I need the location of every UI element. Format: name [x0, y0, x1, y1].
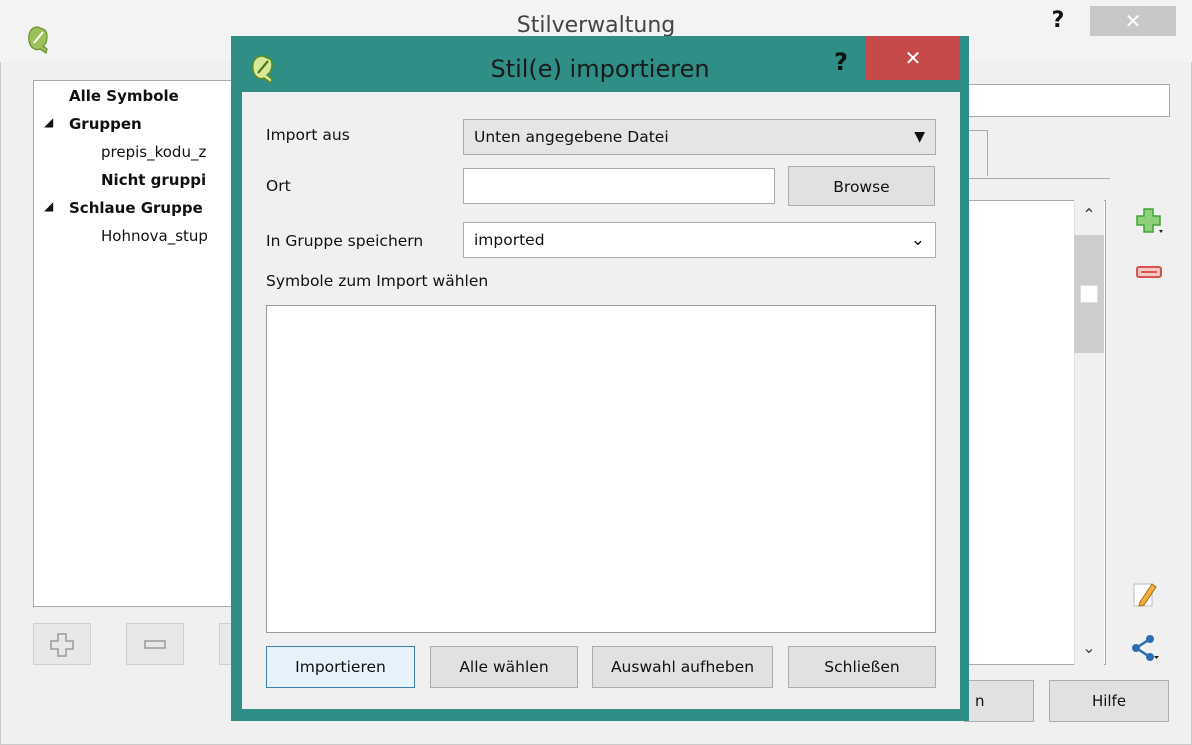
share-icon[interactable]	[1128, 632, 1160, 664]
import-from-label: Import aus	[266, 126, 350, 144]
dialog-title: Stil(e) importieren	[490, 55, 710, 83]
tree-item-group-child[interactable]: prepis_kodu_z	[101, 143, 206, 161]
tree-expand-icon[interactable]: ◢	[44, 115, 53, 129]
bg-close-button[interactable]: ✕	[1090, 6, 1176, 36]
remove-symbol-icon[interactable]	[1134, 258, 1166, 290]
tree-item-groups[interactable]: Gruppen	[69, 115, 142, 133]
deselect-button[interactable]: Auswahl aufheben	[592, 646, 773, 688]
add-icon	[50, 633, 74, 657]
add-group-button[interactable]	[33, 623, 91, 665]
dropdown-arrow-icon: ▼	[914, 129, 925, 145]
group-tree[interactable]: Alle Symbole ◢ Gruppen prepis_kodu_z Nic…	[33, 80, 253, 607]
save-group-value: imported	[474, 231, 545, 249]
browse-button[interactable]: Browse	[788, 166, 935, 206]
select-symbols-label: Symbole zum Import wählen	[266, 272, 489, 290]
import-from-combo[interactable]: Unten angegebene Datei ▼	[463, 119, 936, 155]
remove-group-button[interactable]	[126, 623, 184, 665]
tree-item-smart-child[interactable]: Hohnova_stup	[101, 227, 208, 245]
chevron-down-icon: ⌄	[910, 230, 925, 250]
qgis-logo-icon	[28, 26, 48, 54]
tree-item-ungrouped[interactable]: Nicht gruppi	[101, 171, 206, 189]
save-group-label: In Gruppe speichern	[266, 232, 424, 250]
search-input[interactable]	[960, 84, 1170, 117]
dialog-close-button[interactable]: ✕	[866, 36, 960, 80]
scroll-up-icon[interactable]: ⌃	[1074, 205, 1104, 233]
style-manager-title: Stilverwaltung	[516, 13, 676, 38]
tab-divider	[958, 178, 1110, 179]
tree-expand-icon[interactable]: ◢	[44, 199, 53, 213]
dialog-help-button[interactable]: ?	[826, 42, 856, 80]
location-label: Ort	[266, 177, 291, 195]
tree-item-all-symbols[interactable]: Alle Symbole	[69, 87, 179, 105]
symbol-import-list[interactable]	[266, 305, 936, 633]
import-button[interactable]: Importieren	[266, 646, 415, 688]
qgis-logo-icon	[252, 55, 273, 84]
remove-icon	[144, 640, 166, 649]
bg-help-text-button[interactable]: Hilfe	[1049, 680, 1169, 722]
close-button[interactable]: Schließen	[788, 646, 936, 688]
bg-export-button[interactable]: n	[964, 680, 1034, 722]
import-from-value: Unten angegebene Datei	[474, 128, 669, 146]
bg-help-button[interactable]: ?	[1040, 6, 1076, 36]
edit-symbol-icon[interactable]	[1130, 578, 1162, 610]
scroll-down-icon[interactable]: ⌄	[1074, 638, 1104, 666]
tree-item-smart-groups[interactable]: Schlaue Gruppe	[69, 199, 203, 217]
save-group-combo[interactable]: imported ⌄	[463, 222, 936, 258]
select-all-button[interactable]: Alle wählen	[430, 646, 578, 688]
scrollbar-grip	[1080, 285, 1098, 303]
add-symbol-icon[interactable]	[1134, 206, 1166, 238]
location-input[interactable]	[463, 168, 775, 204]
